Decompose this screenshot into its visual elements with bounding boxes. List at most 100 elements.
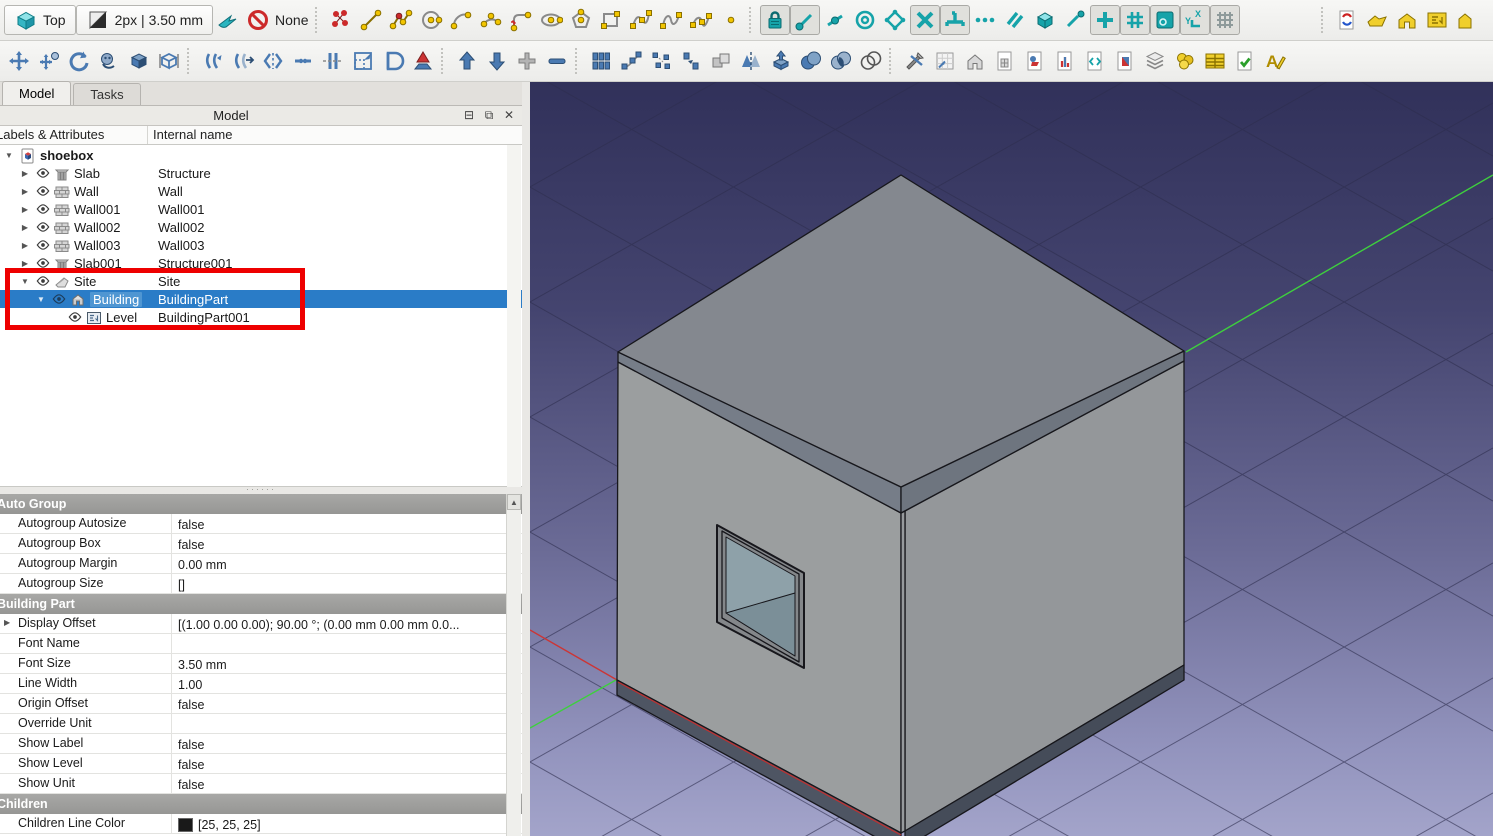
bim-site-button[interactable]	[1362, 5, 1392, 35]
draft-point-button[interactable]	[716, 5, 746, 35]
tree-row-wall001[interactable]: ▶ Wall001 Wall001	[0, 200, 522, 218]
draft-ellipse-button[interactable]	[536, 5, 566, 35]
snap-angle-button[interactable]	[880, 5, 910, 35]
tree-row-wall003[interactable]: ▶ Wall003 Wall003	[0, 236, 522, 254]
tree-item-label[interactable]: Wall003	[74, 238, 120, 253]
snap-lock-button[interactable]	[759, 5, 790, 35]
color-swatch[interactable]	[178, 817, 193, 832]
upgrade-shape-button[interactable]	[124, 46, 154, 76]
draft-upgrade-button[interactable]	[452, 46, 482, 76]
draft-layer-move-button[interactable]	[676, 46, 706, 76]
draft-to-sketch-button[interactable]	[378, 46, 408, 76]
draft-clone-button[interactable]	[706, 46, 736, 76]
tree-row-level[interactable]: Level BuildingPart001	[0, 308, 522, 326]
visibility-eye-icon[interactable]	[68, 310, 82, 324]
draft-mirror-button[interactable]	[736, 46, 766, 76]
expander-closed-icon[interactable]: ▶	[20, 205, 30, 214]
dock-splitter[interactable]	[522, 82, 530, 836]
property-value[interactable]: false	[172, 734, 522, 753]
visibility-eye-icon[interactable]	[36, 184, 50, 198]
view-direction-button-button[interactable]: Top	[4, 5, 76, 35]
line-width-button-button[interactable]: 2px | 3.50 mm	[75, 5, 214, 35]
draft-bezier-button[interactable]	[656, 5, 686, 35]
draft-rectangle-button[interactable]	[596, 5, 626, 35]
property-row[interactable]: Show Level false	[0, 754, 522, 774]
tree-row-wall[interactable]: ▶ Wall Wall	[0, 182, 522, 200]
shape-2d-view-button[interactable]	[408, 46, 438, 76]
downgrade-shape-button[interactable]	[154, 46, 184, 76]
panel-minimize-icon[interactable]: ⊟	[462, 108, 476, 123]
report-button[interactable]	[1050, 46, 1080, 76]
panel-close-icon[interactable]: ✕	[502, 108, 516, 123]
property-row[interactable]: Font Size 3.50 mm	[0, 654, 522, 674]
snap-grid-button[interactable]	[1119, 5, 1150, 35]
preflight-checks-button[interactable]	[1230, 46, 1260, 76]
draft-line-button[interactable]	[356, 5, 386, 35]
draft-stretch-button[interactable]	[318, 46, 348, 76]
expander-open-icon[interactable]: ▼	[36, 295, 46, 304]
schedule-button[interactable]	[1200, 46, 1230, 76]
draft-fillet-button[interactable]	[506, 5, 536, 35]
boolean-intersection-button[interactable]	[826, 46, 856, 76]
boolean-cut-button[interactable]	[856, 46, 886, 76]
visibility-eye-icon[interactable]	[52, 292, 66, 306]
tree-item-label[interactable]: Level	[106, 310, 137, 325]
visibility-eye-icon[interactable]	[36, 202, 50, 216]
property-row[interactable]: ▶ Display Offset [(1.00 0.00 0.00); 90.00 …	[0, 614, 522, 634]
property-row[interactable]: Autogroup Margin 0.00 mm	[0, 554, 522, 574]
expander-closed-icon[interactable]: ▶	[20, 187, 30, 196]
page-document-button[interactable]	[1110, 46, 1140, 76]
column-internal-name[interactable]: Internal name	[148, 126, 233, 144]
tree-item-label[interactable]: Site	[74, 274, 96, 289]
tree-row-slab[interactable]: ▶ Slab Structure	[0, 164, 522, 182]
3d-viewport[interactable]	[529, 0, 1493, 836]
property-value[interactable]: false	[172, 534, 522, 553]
property-value[interactable]: false	[172, 694, 522, 713]
expander-open-icon[interactable]: ▼	[4, 151, 14, 160]
draft-tray-arrow-button-button[interactable]	[213, 5, 243, 35]
draft-arc-button[interactable]	[446, 5, 476, 35]
expander-closed-icon[interactable]: ▶	[20, 223, 30, 232]
bim-space-button[interactable]	[1452, 5, 1482, 35]
draft-split-button[interactable]	[258, 46, 288, 76]
draft-point-array-button[interactable]	[646, 46, 676, 76]
snap-near-button[interactable]	[1060, 5, 1090, 35]
property-row[interactable]: Show Unit false	[0, 774, 522, 794]
property-row[interactable]: Override Unit	[0, 714, 522, 734]
tab-model[interactable]: Model	[2, 81, 72, 105]
working-plane-proxy-button[interactable]	[930, 46, 960, 76]
tab-tasks[interactable]: Tasks	[73, 83, 141, 105]
property-value[interactable]: false	[172, 514, 522, 533]
property-value[interactable]: false	[172, 774, 522, 793]
tree-item-label[interactable]: Wall	[74, 184, 99, 199]
property-value[interactable]	[172, 634, 522, 653]
property-value[interactable]: 3.50 mm	[172, 654, 522, 673]
draft-subelement-highlight-button[interactable]	[94, 46, 124, 76]
visibility-eye-icon[interactable]	[36, 220, 50, 234]
tree-item-label[interactable]: shoebox	[40, 148, 93, 163]
tree-item-label[interactable]: Slab	[74, 166, 100, 181]
column-labels-attributes[interactable]: Labels & Attributes	[0, 126, 148, 144]
snap-dimensions-button[interactable]: XY	[1179, 5, 1210, 35]
bim-level-button[interactable]	[1422, 5, 1452, 35]
tree-item-label[interactable]: Slab001	[74, 256, 122, 271]
draft-rotate-button[interactable]	[64, 46, 94, 76]
snap-endpoint-button[interactable]	[789, 5, 820, 35]
draft-bspline-button[interactable]	[626, 5, 656, 35]
snap-center-button[interactable]	[850, 5, 880, 35]
autogroup-none-button-button[interactable]: None	[243, 5, 311, 35]
panel-float-icon[interactable]: ⧉	[482, 108, 496, 123]
draft-copy-button[interactable]	[34, 46, 64, 76]
markup-document-button[interactable]	[1080, 46, 1110, 76]
tree-row-wall002[interactable]: ▶ Wall002 Wall002	[0, 218, 522, 236]
property-row[interactable]: Autogroup Size []	[0, 574, 522, 594]
property-expander-icon[interactable]: ▶	[4, 618, 10, 627]
visibility-eye-icon[interactable]	[36, 166, 50, 180]
snap-extension-button[interactable]	[970, 5, 1000, 35]
expander-closed-icon[interactable]: ▶	[20, 259, 30, 268]
property-value[interactable]: [25, 25, 25]	[172, 814, 522, 833]
draft-delete-point-button[interactable]	[542, 46, 572, 76]
draft-coordinates-button[interactable]	[326, 5, 356, 35]
arch-utilities-button[interactable]	[900, 46, 930, 76]
visibility-eye-icon[interactable]	[36, 238, 50, 252]
